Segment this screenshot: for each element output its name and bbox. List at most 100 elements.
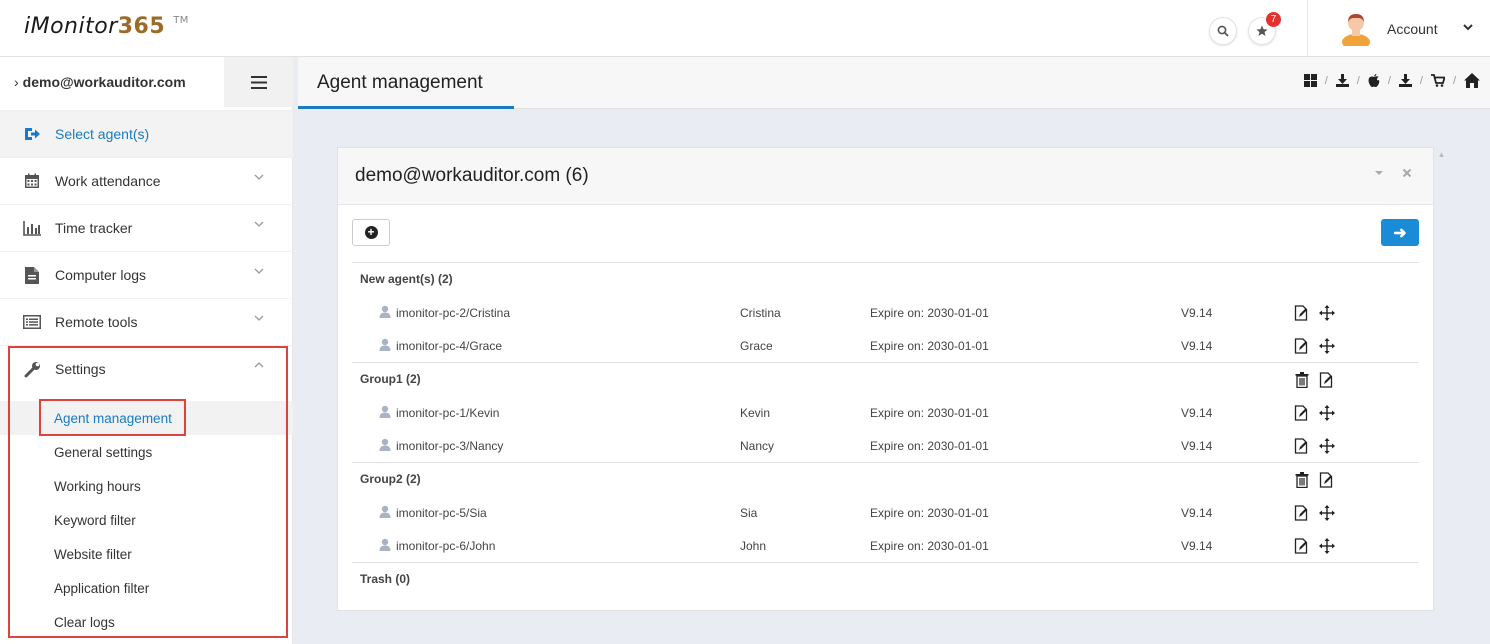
calendar-icon	[22, 172, 42, 190]
user-icon	[379, 338, 391, 351]
move-icon[interactable]	[1319, 538, 1335, 554]
download-icon[interactable]	[1335, 74, 1349, 87]
sidebar-account[interactable]: › demo@workauditor.com	[0, 57, 224, 107]
agent-host: imonitor-pc-5/Sia	[396, 506, 487, 520]
home-icon[interactable]	[1464, 73, 1480, 88]
table-row[interactable]: imonitor-pc-4/Grace Grace Expire on: 203…	[352, 329, 1419, 362]
agent-name: Kevin	[740, 406, 771, 420]
favorites-button[interactable]: 7	[1248, 12, 1281, 45]
windows-icon[interactable]	[1303, 74, 1317, 87]
user-icon	[379, 438, 391, 451]
table-row[interactable]: imonitor-pc-3/Nancy Nancy Expire on: 203…	[352, 429, 1419, 462]
sidebar-item-label: Work attendance	[55, 173, 161, 189]
shopping-cart-icon[interactable]	[1430, 74, 1445, 87]
hamburger-icon	[250, 75, 267, 89]
search-icon	[1217, 25, 1229, 37]
group-label-group1[interactable]: Group1 (2)	[360, 372, 421, 386]
apple-icon[interactable]	[1368, 74, 1380, 87]
scrollbar-up-arrow[interactable]: ▲	[1435, 150, 1448, 160]
group-label-new-agents[interactable]: New agent(s) (2)	[360, 272, 453, 286]
account-menu-label[interactable]: Account	[1387, 21, 1438, 37]
chevron-down-icon	[254, 265, 264, 280]
move-icon[interactable]	[1319, 438, 1335, 454]
brand-logo[interactable]: iMonitor365 TM	[24, 14, 189, 39]
settings-clear-logs[interactable]: Clear logs	[0, 605, 293, 639]
sidebar-item-label: Computer logs	[55, 267, 147, 283]
divider	[352, 362, 1419, 363]
edit-icon[interactable]	[1293, 538, 1309, 554]
logo-trademark: TM	[173, 15, 189, 26]
chevron-down-icon[interactable]	[1462, 18, 1474, 38]
move-icon[interactable]	[1319, 505, 1335, 521]
page-title: Agent management	[317, 72, 483, 93]
sign-in-icon	[22, 125, 42, 143]
edit-icon[interactable]	[1293, 505, 1309, 521]
search-button[interactable]	[1209, 17, 1237, 45]
top-header: iMonitor365 TM 7 Account	[0, 0, 1490, 57]
user-avatar-icon[interactable]	[1340, 12, 1372, 46]
edit-icon[interactable]	[1293, 305, 1309, 321]
divider	[352, 562, 1419, 563]
divider	[352, 462, 1419, 463]
submenu-label: Working hours	[54, 479, 141, 494]
agent-name: Grace	[740, 339, 773, 353]
separator: /	[1452, 74, 1456, 87]
move-icon[interactable]	[1319, 305, 1335, 321]
settings-working-hours[interactable]: Working hours	[0, 469, 293, 503]
agent-host: imonitor-pc-3/Nancy	[396, 439, 504, 453]
table-row[interactable]: imonitor-pc-6/John John Expire on: 2030-…	[352, 529, 1419, 562]
settings-application-filter[interactable]: Application filter	[0, 571, 293, 605]
close-icon[interactable]	[1402, 167, 1412, 181]
file-icon	[22, 266, 42, 284]
table-row[interactable]: imonitor-pc-1/Kevin Kevin Expire on: 203…	[352, 396, 1419, 429]
add-group-button[interactable]: +	[352, 219, 390, 246]
settings-keyword-filter[interactable]: Keyword filter	[0, 503, 293, 537]
collapse-icon[interactable]	[1374, 167, 1384, 181]
sidebar-toggle-button[interactable]	[224, 57, 293, 107]
edit-icon[interactable]	[1293, 405, 1309, 421]
notification-badge: 7	[1266, 12, 1281, 27]
panel-title: demo@workauditor.com (6)	[355, 165, 589, 186]
move-icon[interactable]	[1319, 338, 1335, 354]
agent-name: John	[740, 539, 767, 553]
separator: /	[1324, 74, 1328, 87]
delete-icon[interactable]	[1294, 472, 1310, 488]
table-row[interactable]: imonitor-pc-5/Sia Sia Expire on: 2030-01…	[352, 496, 1419, 529]
user-icon	[379, 505, 391, 518]
move-icon[interactable]	[1319, 405, 1335, 421]
group-label-trash[interactable]: Trash (0)	[360, 572, 410, 586]
edit-icon[interactable]	[1293, 338, 1309, 354]
panel-header: demo@workauditor.com (6)	[338, 148, 1433, 205]
sidebar-item-remote-tools[interactable]: Remote tools	[0, 298, 293, 345]
edit-icon[interactable]	[1293, 438, 1309, 454]
separator: /	[1419, 74, 1423, 87]
delete-icon[interactable]	[1294, 372, 1310, 388]
download-icon[interactable]	[1398, 74, 1412, 87]
agent-version: V9.14	[1181, 406, 1213, 420]
edit-icon[interactable]	[1318, 472, 1334, 488]
settings-general-settings[interactable]: General settings	[0, 435, 293, 469]
sidebar-item-time-tracker[interactable]: Time tracker	[0, 204, 293, 251]
sidebar-item-label: Time tracker	[55, 220, 133, 236]
sidebar-item-computer-logs[interactable]: Computer logs	[0, 251, 293, 298]
agent-expiry: Expire on: 2030-01-01	[870, 339, 989, 353]
sidebar: › demo@workauditor.com Select agent(s) Wo…	[0, 57, 293, 644]
sidebar-item-settings[interactable]: Settings	[0, 345, 293, 392]
sidebar-item-select-agents[interactable]: Select agent(s)	[0, 110, 293, 157]
agent-expiry: Expire on: 2030-01-01	[870, 506, 989, 520]
agent-version: V9.14	[1181, 339, 1213, 353]
agent-version: V9.14	[1181, 439, 1213, 453]
table-row[interactable]: imonitor-pc-2/Cristina Cristina Expire o…	[352, 296, 1419, 329]
logo-text: iMonitor	[24, 14, 118, 39]
group-label-group2[interactable]: Group2 (2)	[360, 472, 421, 486]
settings-website-filter[interactable]: Website filter	[0, 537, 293, 571]
chevron-up-icon	[254, 359, 264, 374]
edit-icon[interactable]	[1318, 372, 1334, 388]
sidebar-account-email: demo@workauditor.com	[22, 74, 186, 90]
chevron-down-icon	[254, 312, 264, 327]
divider	[352, 262, 1419, 263]
agent-version: V9.14	[1181, 306, 1213, 320]
sidebar-item-work-attendance[interactable]: Work attendance	[0, 157, 293, 204]
settings-agent-management[interactable]: Agent management	[0, 401, 293, 435]
next-button[interactable]: ➜	[1381, 219, 1419, 246]
